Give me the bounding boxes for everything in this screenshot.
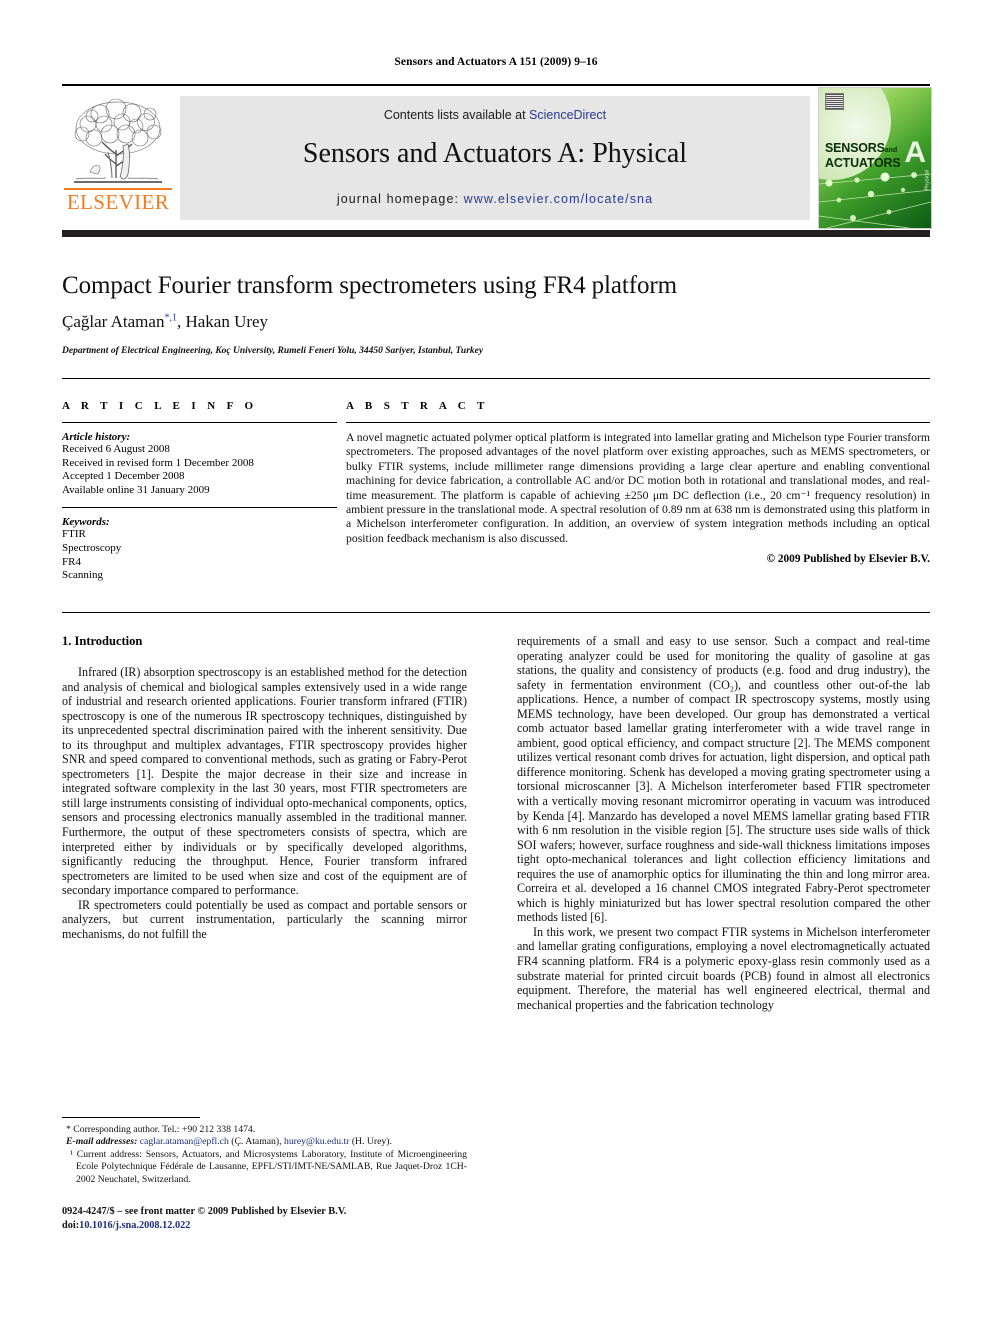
abstract-text: A novel magnetic actuated polymer optica… <box>346 431 930 545</box>
history-item: Received in revised form 1 December 2008 <box>62 456 254 469</box>
paragraph-text: IR spectrometers could potentially be us… <box>62 897 467 941</box>
contents-prefix: Contents lists available at <box>383 108 530 122</box>
email-owner-1: (Ç. Ataman), <box>228 1136 282 1148</box>
cover-elsevier-mark-icon <box>825 93 844 110</box>
email-label: E-mail addresses: <box>66 1136 138 1148</box>
journal-cover-thumbnail: SENSORSand ACTUATORS A Physical <box>818 87 932 229</box>
cover-series-letter: A <box>904 136 926 169</box>
cover-line1: SENSORS <box>825 141 885 155</box>
contents-available-line: Contents lists available at ScienceDirec… <box>180 108 810 122</box>
history-item: Received 6 August 2008 <box>62 443 170 455</box>
elsevier-logo: ELSEVIER <box>62 94 174 222</box>
journal-homepage-line: journal homepage: www.elsevier.com/locat… <box>180 192 810 206</box>
history-item: Accepted 1 December 2008 <box>62 470 185 483</box>
author-1: Çağlar Ataman*,1 <box>62 312 177 331</box>
page-title: Compact Fourier transform spectrometers … <box>62 272 677 299</box>
article-info-column: A R T I C L E I N F O Article history: R… <box>62 400 337 583</box>
corresponding-author-note: * Corresponding author. Tel.: +90 212 33… <box>66 1124 256 1135</box>
issn-line: 0924-4247/$ – see front matter © 2009 Pu… <box>62 1206 347 1217</box>
section-heading-introduction: 1. Introduction <box>62 634 143 648</box>
doi-link[interactable]: 10.1016/j.sna.2008.12.022 <box>79 1220 190 1231</box>
keyword-item: FR4 <box>62 555 81 568</box>
abstract-heading: A B S T R A C T <box>346 400 489 412</box>
abstract-rule <box>346 422 930 423</box>
body-column-left: 1. Introduction Infrared (IR) absorption… <box>62 634 467 941</box>
paragraph: IR spectrometers could potentially be us… <box>62 898 467 942</box>
current-address-note: ¹ Current address: Sensors, Actuators, a… <box>70 1148 467 1185</box>
keyword-item: Spectroscopy <box>62 541 122 554</box>
homepage-url-link[interactable]: www.elsevier.com/locate/sna <box>464 192 654 206</box>
journal-title: Sensors and Actuators A: Physical <box>302 138 688 169</box>
affiliation-rule <box>62 378 930 379</box>
running-head: Sensors and Actuators A 151 (2009) 9–16 <box>394 56 598 68</box>
history-item: Available online 31 January 2009 <box>62 483 210 496</box>
cover-line2: ACTUATORS <box>825 156 901 170</box>
paragraph-text: In this work, we present two compact FTI… <box>517 924 930 1012</box>
keywords-label: Keywords: <box>62 516 110 529</box>
article-info-heading: A R T I C L E I N F O <box>62 400 258 412</box>
doi-line: doi:10.1016/j.sna.2008.12.022 <box>62 1219 467 1233</box>
masthead-bottom-rule <box>62 230 930 237</box>
doi-label: doi: <box>62 1220 80 1231</box>
email-owner-2: (H. Urey). <box>349 1136 392 1148</box>
cover-and: and <box>884 147 898 154</box>
author-2: Hakan Urey <box>185 312 269 331</box>
homepage-prefix: journal homepage: <box>336 192 464 206</box>
journal-masthead: ELSEVIER Contents lists available at Sci… <box>62 84 932 237</box>
keywords-rule <box>62 507 337 509</box>
paragraph: Infrared (IR) absorption spectroscopy is… <box>62 665 467 898</box>
keyword-item: Scanning <box>62 569 103 582</box>
abstract-copyright: © 2009 Published by Elsevier B.V. <box>766 553 930 566</box>
author-list: Çağlar Ataman*,1, Hakan Urey <box>62 312 930 332</box>
article-info-rule <box>62 422 337 423</box>
paragraph-text: Infrared (IR) absorption spectroscopy is… <box>62 665 467 898</box>
masthead-top-rule <box>62 84 930 86</box>
keywords-block: Keywords: FTIR Spectroscopy FR4 Scanning <box>62 516 337 582</box>
paragraph: requirements of a small and easy to use … <box>517 634 930 925</box>
email-link-2[interactable]: hurey@ku.edu.tr <box>284 1136 349 1147</box>
cover-network-graphic <box>819 172 931 228</box>
abstract-column: A B S T R A C T A novel magnetic actuate… <box>346 400 930 565</box>
issn-copyright-block: 0924-4247/$ – see front matter © 2009 Pu… <box>62 1205 467 1233</box>
elsevier-wordmark: ELSEVIER <box>66 190 170 214</box>
body-column-right: requirements of a small and easy to use … <box>517 634 930 1012</box>
paper-page: Sensors and Actuators A 151 (2009) 9–16 <box>0 0 992 1323</box>
footnote-block: * Corresponding author. Tel.: +90 212 33… <box>62 1124 467 1186</box>
paragraph-text: requirements of a small and easy to use … <box>517 634 930 925</box>
keyword-item: FTIR <box>62 528 86 541</box>
email-addresses-note: E-mail addresses: caglar.ataman@epfl.ch … <box>62 1136 467 1148</box>
article-history-label: Article history: <box>62 431 131 443</box>
journal-info-box: Contents lists available at ScienceDirec… <box>180 96 810 220</box>
cover-title-text: SENSORSand ACTUATORS <box>825 142 901 170</box>
footnote-rule <box>62 1117 200 1118</box>
email-link-1[interactable]: caglar.ataman@epfl.ch <box>140 1136 229 1147</box>
sciencedirect-link[interactable]: ScienceDirect <box>529 108 606 122</box>
elsevier-tree-icon <box>74 98 162 183</box>
cover-subtitle: Physical <box>924 170 930 191</box>
abstract-bottom-rule <box>62 612 930 613</box>
paragraph: In this work, we present two compact FTI… <box>517 925 930 1012</box>
affiliation: Department of Electrical Engineering, Ko… <box>62 346 484 356</box>
